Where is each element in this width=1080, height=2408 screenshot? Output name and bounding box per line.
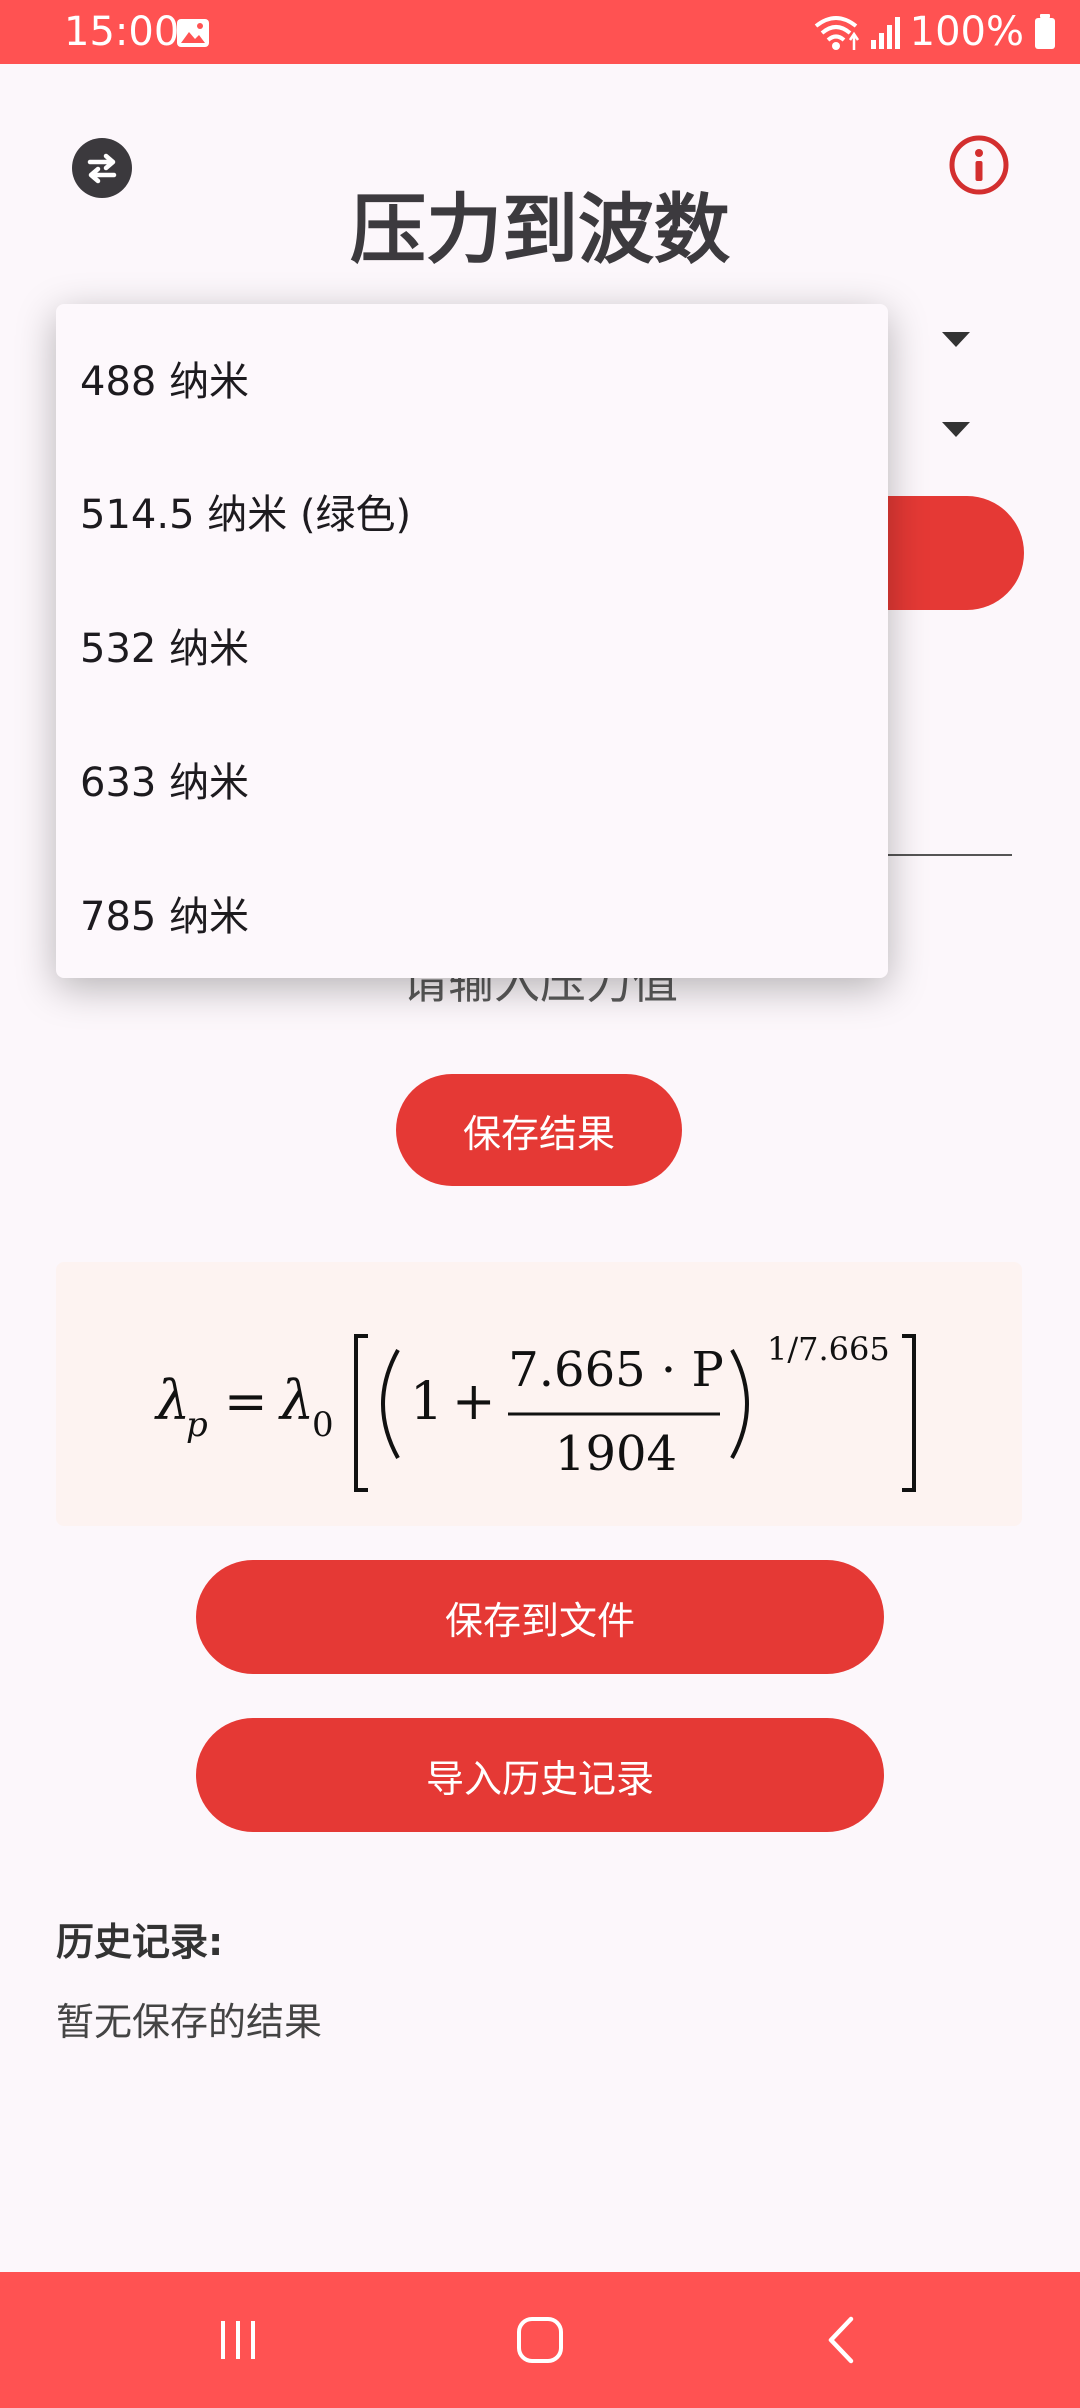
dropdown-option-514[interactable]: 514.5 纳米 (绿色)	[56, 444, 888, 578]
import-history-button[interactable]: 导入历史记录	[196, 1718, 884, 1832]
status-time: 15:00	[64, 9, 180, 55]
back-icon	[828, 2316, 854, 2364]
back-button[interactable]	[742, 2272, 942, 2408]
formula-card: λ p = λ 0 1 + 7.665 · P 1904 1/7.665	[56, 1262, 1022, 1526]
signal-icon	[870, 17, 900, 49]
wavelength-dropdown-menu: 488 纳米 514.5 纳米 (绿色) 532 纳米 633 纳米 785 纳…	[56, 304, 888, 978]
recent-apps-button[interactable]	[138, 2272, 338, 2408]
battery-icon	[1035, 14, 1055, 49]
right-bracket	[902, 1334, 916, 1492]
formula-numerator: 7.665 · P	[508, 1342, 723, 1398]
dropdown-option-532[interactable]: 532 纳米	[56, 578, 888, 712]
dropdown-option-633[interactable]: 633 纳米	[56, 712, 888, 846]
formula-lambda: λ	[154, 1369, 190, 1432]
save-result-button[interactable]: 保存结果	[396, 1074, 682, 1186]
home-button[interactable]	[440, 2272, 640, 2408]
dropdown-arrow-icon[interactable]	[942, 332, 970, 347]
formula-denominator: 1904	[555, 1426, 677, 1482]
formula-sub-p: p	[186, 1405, 208, 1445]
status-right-group: 100%	[812, 8, 1056, 56]
image-icon	[177, 19, 209, 47]
formula-lambda-0: λ	[278, 1369, 314, 1432]
dropdown-arrow-icon[interactable]	[942, 422, 970, 437]
formula-equals: =	[224, 1372, 268, 1432]
formula-exponent: 1/7.665	[767, 1330, 890, 1368]
formula-plus: +	[452, 1372, 496, 1432]
formula-sub-0: 0	[312, 1405, 334, 1445]
history-title: 历史记录:	[56, 1920, 224, 1964]
formula: λ p = λ 0 1 + 7.665 · P 1904 1/7.665	[154, 1330, 916, 1492]
history-empty-text: 暂无保存的结果	[56, 2000, 323, 2044]
dropdown-option-785[interactable]: 785 纳米	[56, 846, 888, 980]
left-paren	[381, 1349, 400, 1459]
formula-one: 1	[410, 1372, 443, 1432]
dropdown-option-488[interactable]: 488 纳米	[56, 304, 888, 444]
input-underline	[880, 854, 1012, 856]
home-icon	[517, 2317, 563, 2363]
page-title: 压力到波数	[350, 185, 730, 274]
status-bar: 15:00 100%	[0, 0, 1080, 64]
recent-apps-icon	[221, 2321, 255, 2359]
left-bracket	[354, 1334, 368, 1492]
right-paren	[730, 1349, 749, 1459]
battery-percent: 100%	[909, 9, 1024, 55]
save-to-file-button[interactable]: 保存到文件	[196, 1560, 884, 1674]
wifi-icon	[814, 16, 859, 50]
navigation-bar	[0, 2272, 1080, 2408]
